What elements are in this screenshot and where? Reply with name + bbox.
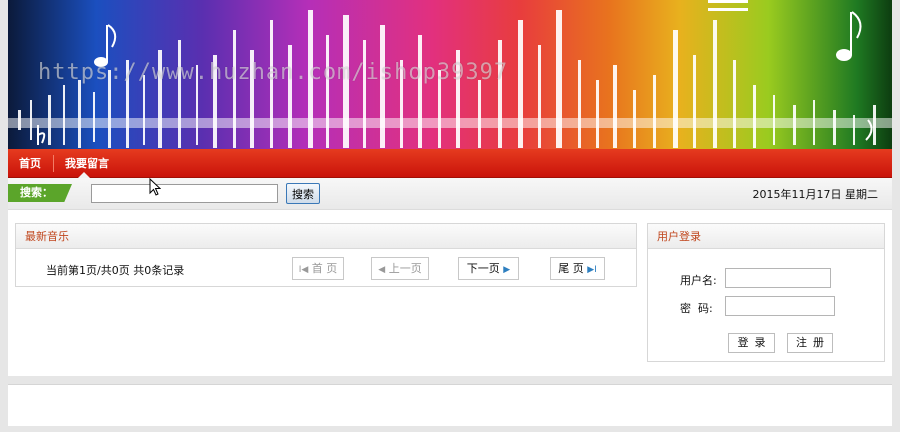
next-page-label: 下一页	[466, 262, 500, 275]
latest-music-panel: 最新音乐 当前第1页/共0页 共0条记录 I◀ 首 页 ◀ 上一页 下一页 ▶ …	[15, 223, 637, 287]
nav-item-home[interactable]: 首页	[19, 149, 41, 178]
search-button[interactable]: 搜索	[286, 183, 320, 204]
current-date: 2015年11月17日 星期二	[752, 188, 879, 201]
user-login-panel: 用户登录 用户名: 密 码: 登录 注册	[647, 223, 885, 362]
bottom-bar	[8, 426, 892, 432]
search-input[interactable]	[91, 184, 278, 203]
prev-page-button[interactable]: ◀ 上一页	[371, 257, 429, 280]
watermark-text: https://www.huzhan.com/ishop39397	[38, 60, 509, 85]
password-label: 密 码:	[680, 302, 713, 315]
footer	[8, 384, 892, 426]
last-page-label: 尾 页	[558, 262, 584, 275]
prev-page-label: 上一页	[388, 262, 422, 275]
header-banner: https://www.huzhan.com/ishop39397	[8, 0, 892, 149]
search-bar: 搜索： 搜索 2015年11月17日 星期二	[8, 178, 892, 210]
user-login-title: 用户登录	[648, 224, 884, 249]
next-page-button[interactable]: 下一页 ▶	[458, 257, 519, 280]
section-divider	[8, 376, 892, 384]
nav-separator	[53, 155, 54, 172]
last-page-icon: ▶I	[587, 265, 597, 275]
next-page-icon: ▶	[503, 265, 511, 275]
first-page-label: 首 页	[311, 262, 338, 275]
username-field[interactable]	[725, 268, 831, 288]
search-tag: 搜索：	[8, 184, 72, 202]
pager-info: 当前第1页/共0页 共0条记录	[46, 264, 185, 277]
last-page-button[interactable]: 尾 页 ▶I	[550, 257, 605, 280]
prev-page-icon: ◀	[378, 265, 386, 275]
first-page-button[interactable]: I◀ 首 页	[292, 257, 344, 280]
page-frame: https://www.huzhan.com/ishop39397 首页 我要留…	[8, 0, 892, 432]
username-label: 用户名:	[680, 274, 717, 287]
register-button[interactable]: 注册	[787, 333, 833, 353]
main-nav: 首页 我要留言	[8, 149, 892, 178]
login-button[interactable]: 登录	[728, 333, 775, 353]
password-field[interactable]	[725, 296, 835, 316]
latest-music-title: 最新音乐	[16, 224, 636, 249]
first-page-icon: I◀	[298, 265, 309, 275]
mouse-cursor-icon	[149, 178, 161, 196]
